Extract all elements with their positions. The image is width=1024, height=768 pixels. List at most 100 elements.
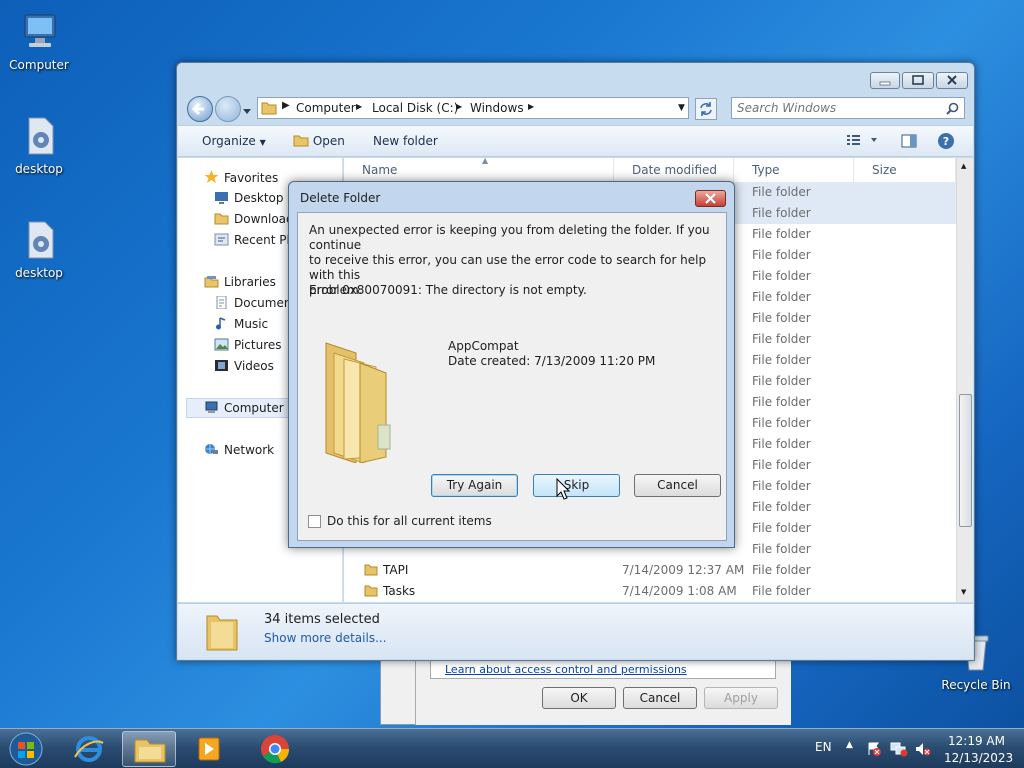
desktop-icon-computer[interactable]: Computer [1, 10, 77, 72]
volume-muted-icon[interactable] [914, 741, 932, 757]
nav-network[interactable]: Network [204, 443, 274, 457]
props-cancel-button[interactable]: Cancel [623, 687, 697, 709]
desktop-icon-desktop-2[interactable]: desktop [1, 218, 77, 280]
action-center-icon[interactable] [866, 741, 882, 757]
skip-button[interactable]: Skip [533, 474, 620, 497]
column-header-date[interactable]: Date modified [614, 158, 734, 182]
cell-type: File folder [752, 269, 811, 283]
new-folder-button[interactable]: New folder [373, 134, 438, 148]
desktop-icon-label: desktop [15, 266, 63, 280]
language-indicator[interactable]: EN [815, 740, 832, 754]
try-again-button[interactable]: Try Again [431, 474, 518, 497]
desktop-icon-desktop-1[interactable]: desktop [1, 114, 77, 176]
cell-type: File folder [752, 416, 811, 430]
maximize-button[interactable] [902, 72, 934, 89]
open-folder-icon [293, 135, 309, 147]
computer-icon [17, 10, 61, 54]
chevron-right-icon[interactable]: ▶ [456, 102, 462, 111]
cell-date: 7/14/2009 12:37 AM [622, 563, 745, 577]
apply-button[interactable]: Apply [704, 687, 778, 709]
ok-button[interactable]: OK [542, 687, 616, 709]
column-size-label: Size [872, 163, 897, 177]
search-box[interactable] [731, 97, 965, 119]
taskbar-media-player[interactable] [182, 731, 236, 767]
nav-computer-label: Computer [224, 401, 284, 415]
column-header-name[interactable]: Name [344, 158, 614, 182]
settings-file-icon [17, 218, 61, 262]
desktop-icon-label: desktop [15, 162, 63, 176]
show-hidden-icons-button[interactable]: ▲ [846, 740, 853, 750]
taskbar-chrome[interactable] [248, 731, 302, 767]
help-button[interactable]: ? [937, 132, 955, 153]
scrollbar-thumb[interactable] [959, 394, 972, 527]
nav-favorites[interactable]: Favorites [204, 170, 278, 185]
file-explorer-icon [134, 739, 166, 763]
cell-type: File folder [752, 311, 811, 325]
column-header-size[interactable]: Size [854, 158, 956, 182]
taskbar-internet-explorer[interactable] [62, 731, 116, 767]
change-view-button[interactable] [846, 133, 878, 150]
clock-date[interactable]: 12/13/2023 [944, 751, 1013, 765]
downloads-folder-icon [214, 212, 229, 225]
nav-pictures[interactable]: Pictures [214, 338, 282, 352]
dialog-close-button[interactable] [695, 190, 726, 207]
table-row[interactable]: Tasks 7/14/2009 1:08 AM File folder [344, 581, 956, 602]
organize-menu[interactable]: Organize ▼ [202, 134, 266, 148]
scroll-up-icon[interactable]: ▲ [961, 162, 966, 170]
cell-type: File folder [752, 437, 811, 451]
address-bar[interactable]: ▶ Computer ▶ Local Disk (C:) ▶ Windows ▶… [257, 97, 689, 119]
close-icon [947, 75, 957, 85]
recent-pages-icon[interactable] [242, 105, 252, 119]
nav-computer[interactable]: Computer [204, 401, 284, 415]
folder-large-icon [325, 342, 391, 463]
search-input[interactable] [732, 98, 932, 118]
mouse-cursor-icon [556, 478, 570, 500]
refresh-button[interactable] [695, 98, 717, 120]
nav-music-label: Music [234, 317, 269, 331]
search-icon[interactable] [946, 102, 959, 115]
nav-videos[interactable]: Videos [214, 359, 274, 373]
chevron-right-icon: ▶ [282, 100, 290, 111]
table-row[interactable]: TAPI 7/14/2009 12:37 AM File folder [344, 560, 956, 581]
nav-desktop[interactable]: Desktop [214, 191, 284, 205]
computer-icon [204, 401, 219, 414]
close-button[interactable] [936, 72, 968, 89]
column-name-label: Name [362, 163, 398, 177]
videos-icon [214, 359, 229, 372]
dialog-cancel-button[interactable]: Cancel [634, 474, 721, 497]
taskbar-file-explorer[interactable] [122, 731, 176, 767]
column-date-label: Date modified [632, 163, 718, 177]
minimize-button[interactable] [870, 72, 900, 89]
nav-libraries[interactable]: Libraries [204, 275, 276, 289]
cell-type: File folder [752, 500, 811, 514]
show-more-details-link[interactable]: Show more details... [264, 631, 387, 645]
column-header-type[interactable]: Type [734, 158, 854, 182]
back-button[interactable] [187, 96, 213, 122]
vertical-scrollbar[interactable]: ▲ ▼ [956, 158, 973, 602]
help-icon: ? [938, 133, 954, 149]
breadcrumb-windows[interactable]: Windows [470, 101, 524, 115]
access-control-link[interactable]: Learn about access control and permissio… [445, 663, 687, 676]
message-line: An unexpected error is keeping you from … [309, 223, 710, 252]
pictures-icon [214, 338, 229, 351]
start-button[interactable] [6, 730, 46, 768]
apply-to-all-checkbox[interactable] [308, 515, 321, 528]
selection-count: 34 items selected [264, 612, 380, 627]
chevron-right-icon[interactable]: ▶ [528, 102, 534, 111]
chevron-down-icon[interactable]: ▼ [678, 103, 685, 113]
clock-time[interactable]: 12:19 AM [948, 734, 1005, 748]
chevron-right-icon[interactable]: ▶ [356, 102, 362, 111]
breadcrumb-computer[interactable]: Computer [296, 101, 356, 115]
nav-music[interactable]: Music [214, 317, 268, 331]
view-list-icon [847, 135, 877, 145]
open-button[interactable]: Open [293, 134, 345, 148]
media-player-icon [198, 737, 220, 761]
scroll-down-icon[interactable]: ▼ [961, 588, 966, 596]
preview-pane-button[interactable] [901, 133, 917, 152]
network-status-icon[interactable] [890, 741, 908, 757]
forward-button[interactable] [215, 96, 241, 122]
desktop-icon-label: Recycle Bin [941, 678, 1011, 692]
breadcrumb-local-disk[interactable]: Local Disk (C:) [372, 101, 458, 115]
permissions-link-box: Learn about access control and permissio… [430, 659, 776, 679]
maximize-icon [912, 75, 924, 85]
